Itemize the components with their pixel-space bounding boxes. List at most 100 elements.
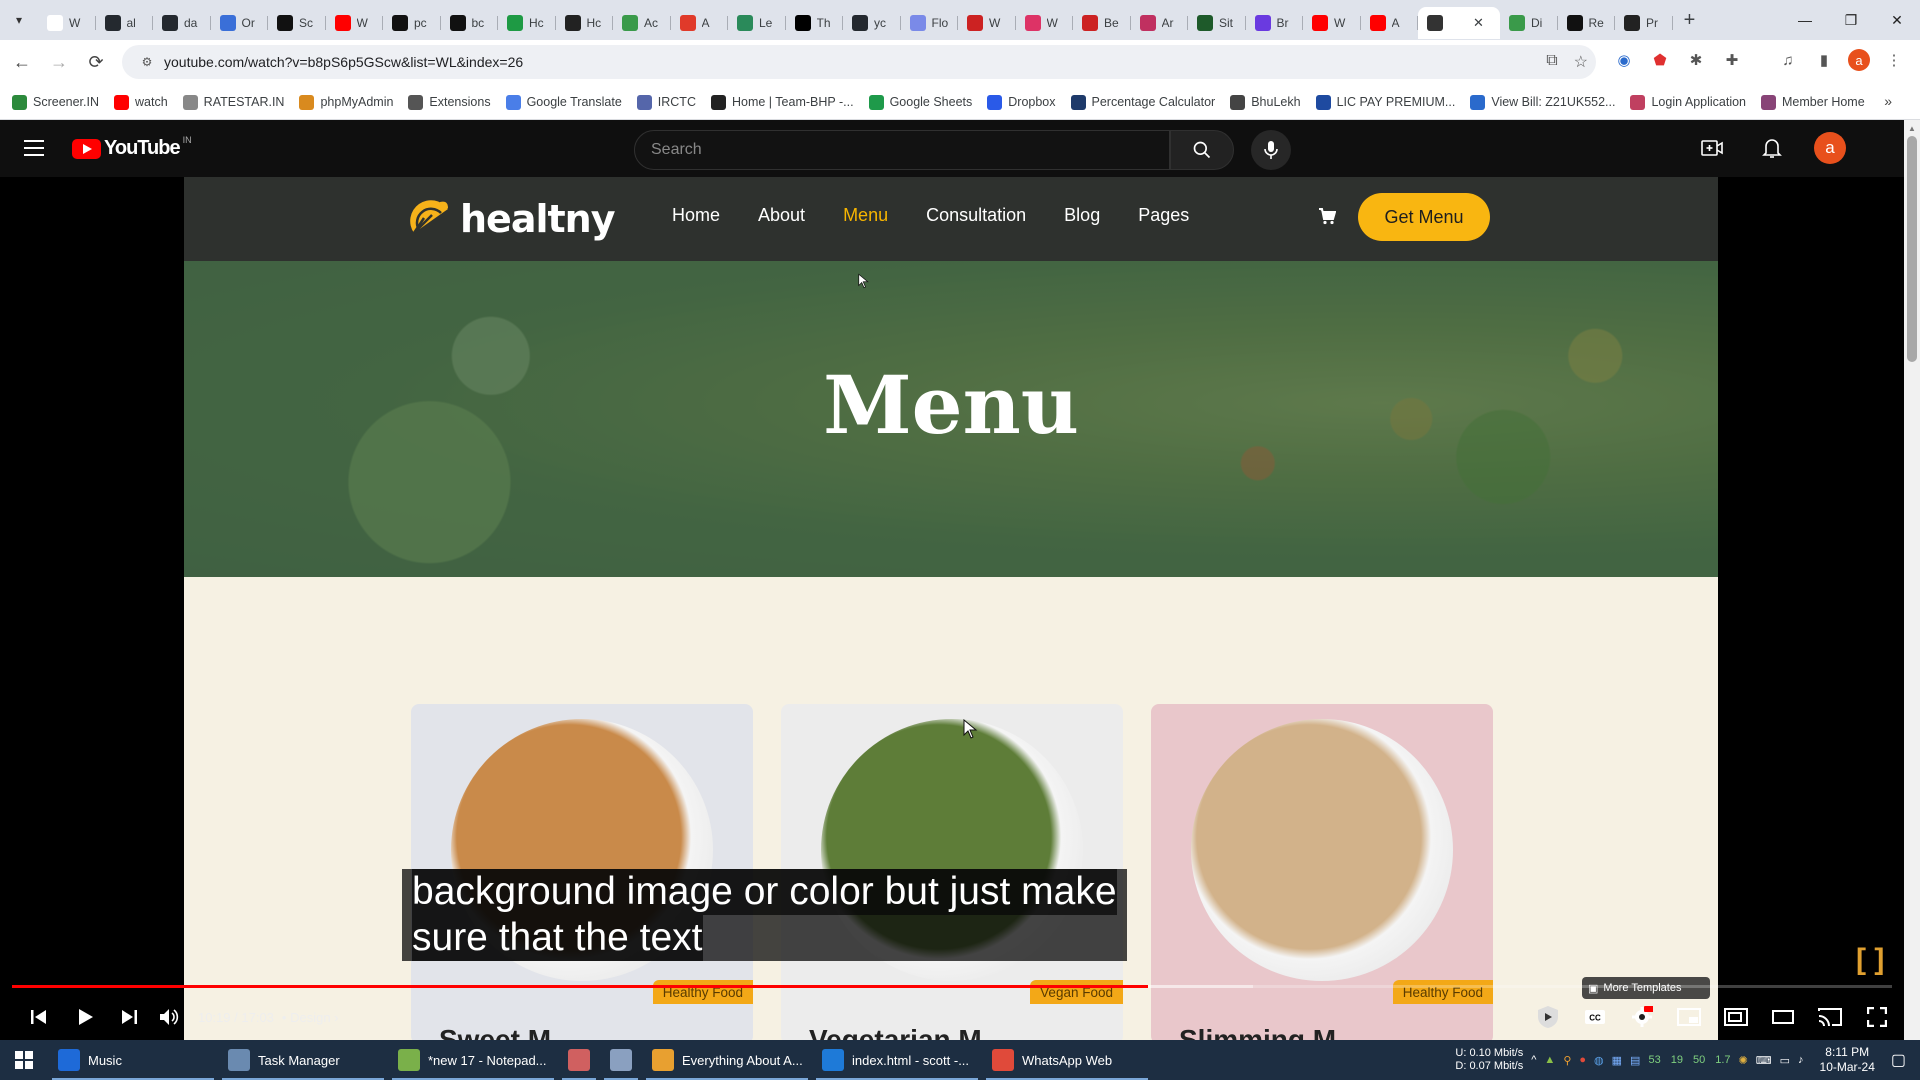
bookmark-item[interactable]: Dropbox [987,94,1056,110]
extension-bug-icon[interactable]: ✱ [1684,48,1708,72]
site-nav-blog[interactable]: Blog [1064,205,1100,226]
notifications-button[interactable] [1754,130,1790,166]
extension-compass-icon[interactable]: ◉ [1612,48,1636,72]
browser-tab[interactable]: Le [728,7,786,39]
browser-tab[interactable]: yc [843,7,901,39]
browser-tab[interactable]: Re [1558,7,1616,39]
browser-tab[interactable]: Be [1073,7,1131,39]
bookmark-item[interactable]: RATESTAR.IN [182,94,284,110]
search-input[interactable]: Search [634,130,1170,170]
mute-button[interactable] [152,995,186,1039]
get-menu-button[interactable]: Get Menu [1358,193,1490,241]
taskbar-app[interactable] [558,1040,600,1080]
search-button[interactable] [1170,130,1234,170]
voice-search-button[interactable] [1251,130,1291,170]
bookmark-item[interactable]: Member Home [1761,94,1865,110]
bookmark-star-icon[interactable]: ☆ [1574,52,1588,72]
browser-tab[interactable]: W [1303,7,1361,39]
create-video-button[interactable] [1694,130,1730,166]
site-nav-pages[interactable]: Pages [1138,205,1189,226]
play-button[interactable] [66,995,106,1039]
site-nav-home[interactable]: Home [672,205,720,226]
browser-tab[interactable]: Flo [901,7,959,39]
bookmark-item[interactable]: LIC PAY PREMIUM... [1315,94,1455,110]
page-scrollbar[interactable]: ▲ [1904,120,1920,1040]
bookmark-item[interactable]: Extensions [408,94,491,110]
url-text[interactable]: youtube.com/watch?v=b8pS6p5GScw&list=WL&… [164,54,523,70]
new-tab-button[interactable]: + [1673,0,1707,40]
tab-search-button[interactable]: ▾ [0,0,38,40]
progress-bar[interactable] [12,985,1892,988]
browser-tab[interactable]: Di [1500,7,1558,39]
tray-flag-icon[interactable]: ✺ [1739,1054,1748,1067]
tray-calendar-icon[interactable]: ▤ [1630,1054,1640,1067]
profile-avatar[interactable]: a [1848,49,1870,71]
browser-tab[interactable]: Ac [613,7,671,39]
picture-in-picture-button[interactable] [1719,995,1753,1039]
install-app-icon[interactable]: ⧉ [1546,52,1557,72]
scroll-up-icon[interactable]: ▲ [1904,120,1920,136]
reload-button[interactable]: ⟳ [81,48,111,78]
site-info-icon[interactable]: ⚙ [132,55,162,69]
browser-tab[interactable]: Br [1246,7,1304,39]
browser-tab[interactable]: Ar [1131,7,1189,39]
tray-search-icon[interactable]: ⚲ [1563,1054,1571,1067]
scroll-thumb[interactable] [1907,136,1917,362]
extensions-puzzle-icon[interactable]: ✚ [1720,48,1744,72]
chrome-menu-icon[interactable]: ⋮ [1882,48,1906,72]
address-bar[interactable]: ⚙ youtube.com/watch?v=b8pS6p5GScw&list=W… [122,45,1596,79]
site-nav-about[interactable]: About [758,205,805,226]
network-icon[interactable]: ▭ [1780,1054,1790,1067]
forward-button[interactable]: → [44,48,74,78]
media-control-icon[interactable]: ♫ [1776,48,1800,72]
bookmark-item[interactable]: Percentage Calculator [1070,94,1215,110]
taskbar-app[interactable] [600,1040,642,1080]
bookmark-item[interactable]: Google Sheets [868,94,972,110]
browser-tab[interactable]: Hc [498,7,556,39]
browser-tab[interactable]: pc [383,7,441,39]
video-player[interactable]: healtny Home About Menu Consultation Blog Pag… [0,177,1904,1040]
cast-button[interactable] [1813,995,1847,1039]
minimize-icon[interactable]: — [1782,0,1828,40]
browser-tab[interactable]: W [1016,7,1074,39]
bookmark-item[interactable]: Home | Team-BHP -... [710,94,854,110]
hamburger-menu-icon[interactable] [24,140,44,156]
taskbar-app[interactable]: Everything About A... [642,1040,812,1080]
site-nav-consultation[interactable]: Consultation [926,205,1026,226]
bookmark-item[interactable]: BhuLekh [1230,94,1301,110]
menu-card[interactable]: Healthy Food Slimming M [1151,704,1493,1040]
bookmark-item[interactable]: IRCTC [636,94,696,110]
taskbar-app[interactable]: index.html - scott -... [812,1040,982,1080]
start-button[interactable] [0,1040,48,1080]
browser-tab[interactable]: ✕ [1418,7,1500,39]
show-hidden-icons[interactable]: ^ [1531,1054,1536,1066]
browser-tab[interactable]: A [1361,7,1419,39]
browser-tab[interactable]: W [326,7,384,39]
browser-tab[interactable]: da [153,7,211,39]
tray-location-icon[interactable]: ● [1579,1054,1586,1066]
browser-tab[interactable]: Hc [556,7,614,39]
browser-tab[interactable]: bc [441,7,499,39]
browser-tab[interactable]: W [958,7,1016,39]
chapter-title[interactable]: • Design › [282,1010,339,1025]
extension-shield-icon[interactable]: ⬟ [1648,48,1672,72]
browser-tab[interactable]: Th [786,7,844,39]
tray-globe-icon[interactable]: ◍ [1594,1054,1604,1067]
theater-mode-button[interactable] [1766,995,1800,1039]
cart-icon[interactable] [1318,207,1337,230]
volume-tray-icon[interactable]: ♪ [1798,1054,1804,1066]
bookmark-item[interactable]: phpMyAdmin [299,94,393,110]
bookmark-item[interactable]: Google Translate [505,94,622,110]
keyboard-icon[interactable]: ⌨ [1756,1054,1772,1067]
taskbar-app[interactable]: *new 17 - Notepad... [388,1040,558,1080]
youtube-logo[interactable]: YouTube IN [72,135,192,160]
taskbar-app[interactable]: Music [48,1040,218,1080]
browser-tab[interactable]: al [96,7,154,39]
subtitles-button[interactable]: CC [1578,995,1612,1039]
next-button[interactable] [106,995,152,1039]
notifications-tray-icon[interactable]: ▢ [1891,1050,1906,1070]
fullscreen-button[interactable] [1860,995,1894,1039]
close-window-icon[interactable]: ✕ [1874,0,1920,40]
close-tab-icon[interactable]: ✕ [1473,15,1484,31]
site-nav-menu[interactable]: Menu [843,205,888,226]
